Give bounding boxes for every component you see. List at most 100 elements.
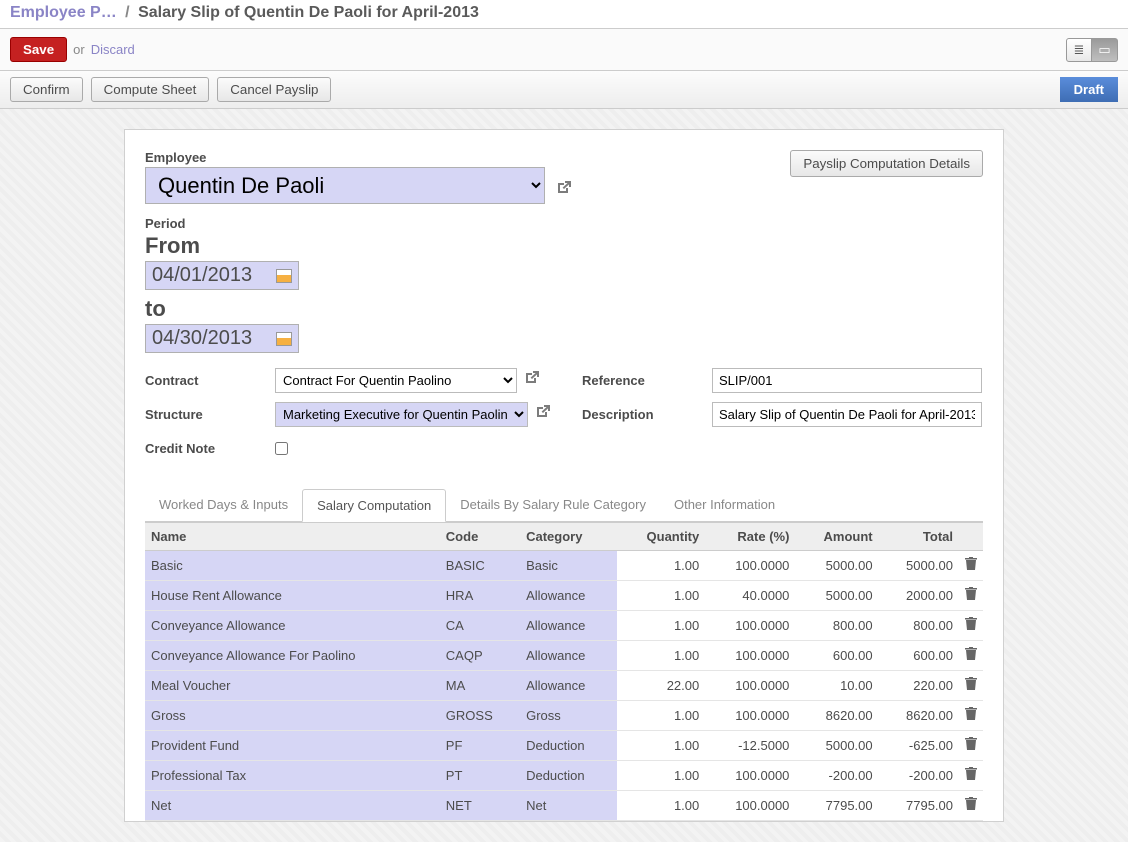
cell-code: CA [440, 611, 520, 641]
structure-select[interactable]: Marketing Executive for Quentin Paolin [275, 402, 528, 427]
date-from-value: 04/01/2013 [152, 264, 252, 287]
cancel-payslip-button[interactable]: Cancel Payslip [217, 77, 331, 102]
cell-category: Allowance [520, 611, 617, 641]
cell-total: 600.00 [879, 641, 959, 671]
payslip-computation-details-button[interactable]: Payslip Computation Details [790, 150, 983, 177]
cell-name: Conveyance Allowance For Paolino [145, 641, 440, 671]
delete-row-icon[interactable] [959, 671, 983, 701]
table-row[interactable]: BasicBASICBasic1.00100.00005000.005000.0… [145, 551, 983, 581]
cell-category: Basic [520, 551, 617, 581]
delete-row-icon[interactable] [959, 641, 983, 671]
employee-select[interactable]: Quentin De Paoli [145, 167, 545, 204]
cell-rate: 100.0000 [705, 761, 795, 791]
col-code[interactable]: Code [440, 523, 520, 551]
open-external-icon[interactable] [523, 371, 539, 389]
delete-row-icon[interactable] [959, 551, 983, 581]
date-from-input[interactable]: 04/01/2013 [145, 261, 299, 290]
tab-worked-days[interactable]: Worked Days & Inputs [145, 489, 302, 521]
form-view-button[interactable]: ▭ [1092, 38, 1118, 62]
cell-code: GROSS [440, 701, 520, 731]
cell-code: CAQP [440, 641, 520, 671]
cell-amount: 5000.00 [795, 551, 878, 581]
delete-row-icon[interactable] [959, 611, 983, 641]
credit-note-label: Credit Note [145, 441, 275, 456]
form-card: Employee Quentin De Paoli Period From 04… [124, 129, 1004, 822]
confirm-button[interactable]: Confirm [10, 77, 83, 102]
table-row[interactable]: NetNETNet1.00100.00007795.007795.00 [145, 791, 983, 821]
delete-row-icon[interactable] [959, 791, 983, 821]
col-quantity[interactable]: Quantity [617, 523, 705, 551]
credit-note-checkbox[interactable] [275, 442, 288, 455]
table-row[interactable]: Provident FundPFDeduction1.00-12.5000500… [145, 731, 983, 761]
col-total[interactable]: Total [879, 523, 959, 551]
cell-name: Conveyance Allowance [145, 611, 440, 641]
contract-select[interactable]: Contract For Quentin Paolino [275, 368, 517, 393]
cell-code: MA [440, 671, 520, 701]
table-row[interactable]: GrossGROSSGross1.00100.00008620.008620.0… [145, 701, 983, 731]
cell-amount: 800.00 [795, 611, 878, 641]
cell-quantity: 1.00 [617, 731, 705, 761]
cell-total: 2000.00 [879, 581, 959, 611]
cell-rate: 40.0000 [705, 581, 795, 611]
cell-amount: -200.00 [795, 761, 878, 791]
employee-label: Employee [145, 150, 790, 165]
table-row[interactable]: Conveyance Allowance For PaolinoCAQPAllo… [145, 641, 983, 671]
compute-sheet-button[interactable]: Compute Sheet [91, 77, 210, 102]
cell-quantity: 1.00 [617, 611, 705, 641]
cell-quantity: 22.00 [617, 671, 705, 701]
page-title: Salary Slip of Quentin De Paoli for Apri… [138, 4, 479, 21]
description-input[interactable] [712, 402, 982, 427]
cell-rate: 100.0000 [705, 701, 795, 731]
cell-total: 800.00 [879, 611, 959, 641]
cell-quantity: 1.00 [617, 641, 705, 671]
delete-row-icon[interactable] [959, 581, 983, 611]
col-name[interactable]: Name [145, 523, 440, 551]
cell-category: Allowance [520, 641, 617, 671]
open-external-icon[interactable] [534, 405, 550, 423]
table-row[interactable]: Professional TaxPTDeduction1.00100.0000-… [145, 761, 983, 791]
to-label: to [145, 296, 790, 322]
breadcrumb-parent[interactable]: Employee P… [10, 4, 117, 21]
cell-quantity: 1.00 [617, 701, 705, 731]
cell-amount: 8620.00 [795, 701, 878, 731]
contract-label: Contract [145, 373, 275, 388]
col-category[interactable]: Category [520, 523, 617, 551]
tab-other-info[interactable]: Other Information [660, 489, 789, 521]
cell-quantity: 1.00 [617, 551, 705, 581]
list-view-button[interactable]: ≣ [1066, 38, 1092, 62]
calendar-icon[interactable] [276, 332, 292, 346]
col-rate[interactable]: Rate (%) [705, 523, 795, 551]
cell-code: BASIC [440, 551, 520, 581]
tab-salary-computation[interactable]: Salary Computation [302, 489, 446, 522]
delete-row-icon[interactable] [959, 731, 983, 761]
delete-row-icon[interactable] [959, 761, 983, 791]
cell-rate: 100.0000 [705, 551, 795, 581]
tab-details-by-rule[interactable]: Details By Salary Rule Category [446, 489, 660, 521]
date-to-input[interactable]: 04/30/2013 [145, 324, 299, 353]
cell-name: Professional Tax [145, 761, 440, 791]
cell-rate: 100.0000 [705, 611, 795, 641]
cell-name: Gross [145, 701, 440, 731]
reference-input[interactable] [712, 368, 982, 393]
col-amount[interactable]: Amount [795, 523, 878, 551]
cell-amount: 5000.00 [795, 731, 878, 761]
delete-row-icon[interactable] [959, 701, 983, 731]
action-bar: Confirm Compute Sheet Cancel Payslip Dra… [0, 71, 1128, 109]
date-to-value: 04/30/2013 [152, 327, 252, 350]
table-row[interactable]: Meal VoucherMAAllowance22.00100.000010.0… [145, 671, 983, 701]
cell-category: Allowance [520, 581, 617, 611]
table-row[interactable]: House Rent AllowanceHRAAllowance1.0040.0… [145, 581, 983, 611]
table-row[interactable]: Conveyance AllowanceCAAllowance1.00100.0… [145, 611, 983, 641]
cell-name: Meal Voucher [145, 671, 440, 701]
cell-amount: 7795.00 [795, 791, 878, 821]
cell-name: House Rent Allowance [145, 581, 440, 611]
view-switcher: ≣ ▭ [1066, 38, 1118, 62]
cell-name: Basic [145, 551, 440, 581]
calendar-icon[interactable] [276, 269, 292, 283]
cell-total: 5000.00 [879, 551, 959, 581]
cell-category: Gross [520, 701, 617, 731]
save-button[interactable]: Save [10, 37, 67, 62]
cell-code: HRA [440, 581, 520, 611]
discard-link[interactable]: Discard [91, 42, 135, 57]
open-external-icon[interactable] [555, 181, 571, 199]
